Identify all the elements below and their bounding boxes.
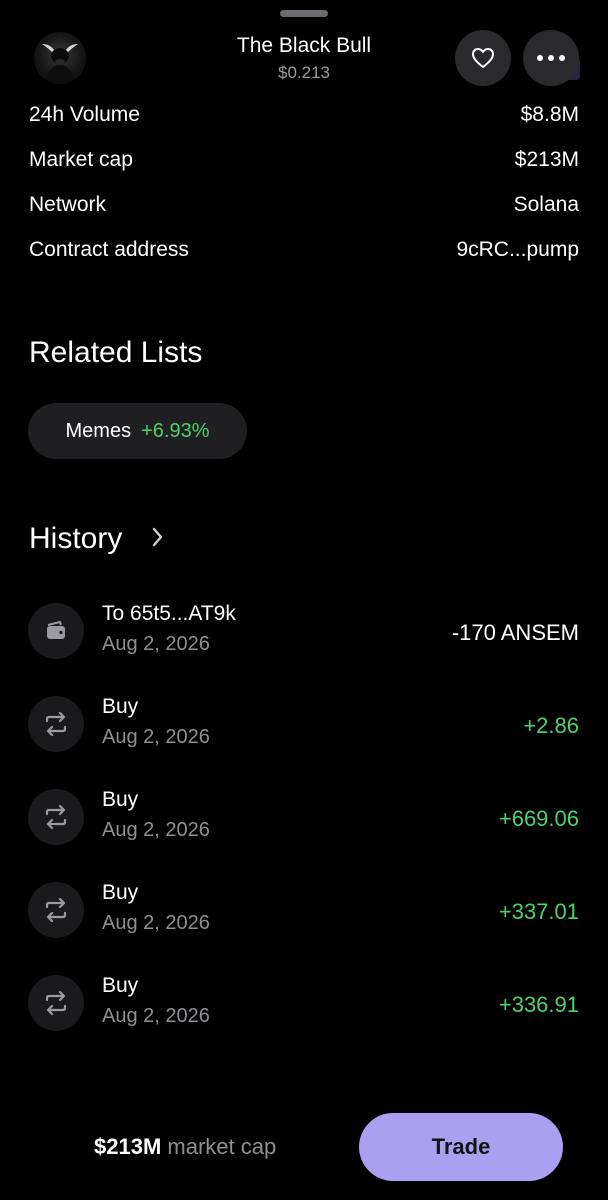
history-icon xyxy=(28,789,84,845)
history-item-date: Aug 2, 2026 xyxy=(102,1005,210,1027)
history-item-buy[interactable]: Buy Aug 2, 2026 +337.01 xyxy=(28,880,579,940)
stat-row-market-cap: Market cap $213M xyxy=(29,145,579,175)
history-item-buy[interactable]: Buy Aug 2, 2026 +669.06 xyxy=(28,787,579,847)
history-item-date: Aug 2, 2026 xyxy=(102,633,210,655)
history-item-title: To 65t5...AT9k xyxy=(102,602,236,625)
history-item-date: Aug 2, 2026 xyxy=(102,819,210,841)
chip-change: +6.93% xyxy=(141,419,210,442)
swap-icon xyxy=(45,991,67,1015)
history-item-title: Buy xyxy=(102,974,139,997)
bull-avatar-icon xyxy=(42,44,78,84)
swap-icon xyxy=(45,805,67,829)
stat-row-contract-address[interactable]: Contract address 9cRC...pump xyxy=(29,235,579,265)
trade-button[interactable]: Trade xyxy=(359,1113,563,1181)
history-item-transfer[interactable]: To 65t5...AT9k Aug 2, 2026 -170 ANSEM xyxy=(28,601,579,661)
chip-name: Memes xyxy=(65,419,132,442)
favorite-button[interactable] xyxy=(455,30,511,86)
history-icon xyxy=(28,696,84,752)
market-cap-value: $213M xyxy=(94,1134,162,1159)
stat-row-network: Network Solana xyxy=(29,190,579,220)
stat-row-volume: 24h Volume $8.8M xyxy=(29,100,579,130)
related-lists-title: Related Lists xyxy=(29,336,203,369)
history-item-amount: +2.86 xyxy=(523,713,579,738)
swap-icon xyxy=(45,898,67,922)
history-item-amount: -170 ANSEM xyxy=(451,620,579,645)
history-item-buy[interactable]: Buy Aug 2, 2026 +336.91 xyxy=(28,973,579,1033)
history-item-title: Buy xyxy=(102,788,139,811)
token-avatar xyxy=(34,32,86,84)
stat-label: 24h Volume xyxy=(29,103,140,126)
history-icon xyxy=(28,603,84,659)
history-item-title: Buy xyxy=(102,695,139,718)
chevron-right-icon xyxy=(152,527,163,547)
stat-value: $213M xyxy=(514,148,579,171)
history-item-amount: +336.91 xyxy=(498,992,579,1017)
wallet-icon xyxy=(47,621,65,639)
more-options-button[interactable] xyxy=(523,30,579,86)
history-icon xyxy=(28,882,84,938)
swap-icon xyxy=(45,712,67,736)
more-dots-icon xyxy=(537,55,565,61)
stat-label: Contract address xyxy=(29,238,189,261)
history-item-title: Buy xyxy=(102,881,139,904)
history-item-amount: +337.01 xyxy=(498,899,579,924)
stat-value: Solana xyxy=(513,193,579,216)
bottom-market-cap: $213M market cap xyxy=(94,1133,276,1161)
history-title[interactable]: History xyxy=(29,521,122,557)
history-icon xyxy=(28,975,84,1031)
market-cap-label: market cap xyxy=(167,1134,277,1159)
stat-label: Network xyxy=(29,193,107,216)
scrolled-content-fade xyxy=(30,0,590,26)
stat-value: $8.8M xyxy=(520,103,579,126)
history-chevron[interactable] xyxy=(150,524,166,555)
token-name: The Black Bull xyxy=(236,34,372,57)
history-item-date: Aug 2, 2026 xyxy=(102,726,210,748)
history-item-amount: +669.06 xyxy=(498,806,579,831)
contract-address-value[interactable]: 9cRC...pump xyxy=(456,238,579,262)
history-item-buy[interactable]: Buy Aug 2, 2026 +2.86 xyxy=(28,694,579,754)
related-list-chip-memes[interactable]: Memes +6.93% xyxy=(28,403,247,459)
history-item-date: Aug 2, 2026 xyxy=(102,912,210,934)
heart-icon xyxy=(472,48,494,68)
stat-label: Market cap xyxy=(29,148,133,171)
token-price: $0.213 xyxy=(278,63,330,82)
